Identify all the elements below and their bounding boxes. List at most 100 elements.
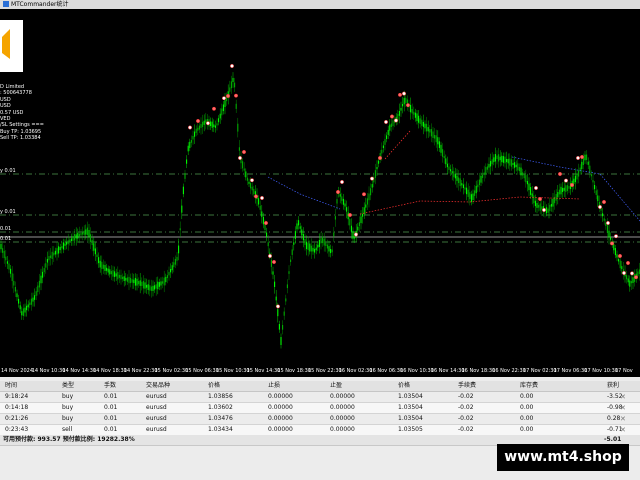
time-axis-label: 14 Nov 22:30 [123,368,158,374]
level-label: y 0.01 [0,168,16,174]
trade-marker[interactable] [264,221,268,225]
trade-marker[interactable] [394,118,398,123]
candle-body [186,159,188,164]
trade-marker[interactable] [268,254,272,258]
candle-body [258,198,260,205]
trade-marker[interactable] [602,200,606,204]
candle-body [382,145,384,149]
trade-marker[interactable] [390,114,394,119]
trade-marker[interactable] [206,121,210,126]
time-axis-label: 17 Nov 06:30 [553,368,588,374]
trade-marker[interactable] [354,232,358,237]
trade-marker[interactable] [384,120,388,124]
trade-marker[interactable] [188,125,192,130]
trade-marker[interactable] [576,156,580,160]
trade-marker[interactable] [276,304,280,309]
candle-body [526,181,528,185]
trade-marker[interactable] [606,221,610,225]
order-row[interactable]: 9:18:24 buy 0.01 eurusd 1.03856 0.00000 0.0000… [0,392,640,403]
trade-marker[interactable] [558,172,562,176]
trade-marker[interactable] [254,194,258,199]
column-header[interactable]: 库存费 [520,381,538,391]
close-icon[interactable]: ✕ [620,414,626,424]
candle-body [8,263,10,270]
price-chart[interactable] [0,9,640,375]
candle-body [342,198,344,205]
column-header[interactable]: 时间 [5,381,17,391]
order-cell-sl: 0.00000 [268,393,293,400]
trade-marker[interactable] [234,93,238,98]
trade-marker[interactable] [196,119,200,123]
candle-body [586,154,588,160]
candle-body [51,251,53,260]
trade-marker[interactable] [370,176,374,181]
candle-body [346,207,348,212]
order-cell-lots: 0.01 [104,426,118,433]
candle-body [86,227,88,235]
trade-marker[interactable] [272,260,276,264]
column-header[interactable]: 价格 [398,381,410,391]
trade-marker[interactable] [250,178,254,183]
candle-body [616,254,618,258]
trade-marker[interactable] [564,178,568,183]
trade-marker[interactable] [402,91,406,96]
trade-marker[interactable] [398,92,402,97]
trade-marker[interactable] [614,234,618,239]
trade-marker[interactable] [542,208,546,212]
column-header[interactable]: 价格 [208,381,220,391]
candle-body [117,271,119,280]
trade-marker[interactable] [618,254,622,258]
candle-body [166,275,168,279]
trade-marker[interactable] [362,192,366,197]
column-header[interactable]: 止损 [268,381,280,391]
trade-marker[interactable] [242,150,246,154]
candle-body [64,243,66,246]
trade-marker[interactable] [212,106,216,111]
candle-body [339,194,341,197]
column-header[interactable]: 类型 [62,381,74,391]
column-header[interactable]: 交易品种 [146,381,170,391]
candle-body [222,104,224,112]
candle-body [509,158,511,166]
candle-body [494,154,496,162]
trade-marker[interactable] [538,197,542,201]
order-row[interactable]: 0:21:26 buy 0.01 eurusd 1.03476 0.00000 0.0000… [0,414,640,425]
candle-body [282,324,284,330]
trade-marker[interactable] [336,190,340,194]
column-header[interactable]: 手续费 [458,381,476,391]
window-titlebar: MTCommander统计 [0,0,640,9]
trade-marker[interactable] [626,261,630,265]
trade-marker[interactable] [340,180,344,184]
trade-marker[interactable] [230,64,234,68]
trade-marker[interactable] [534,186,538,190]
column-header[interactable]: 止盈 [330,381,342,391]
candle-body [21,311,23,316]
trade-marker[interactable] [378,156,382,160]
column-header[interactable]: 手数 [104,381,116,391]
column-header[interactable]: 获利 [607,381,619,391]
candle-body [293,242,295,245]
trade-marker[interactable] [622,271,626,275]
trade-marker[interactable] [222,96,226,101]
close-icon[interactable]: ✕ [620,425,626,435]
trade-marker[interactable] [570,183,574,187]
candle-body [120,274,122,280]
trade-marker[interactable] [634,275,638,280]
candle-body [354,236,356,239]
close-icon[interactable]: ✕ [620,403,626,413]
trade-marker[interactable] [610,241,614,246]
close-icon[interactable]: ✕ [620,392,626,402]
trade-marker[interactable] [226,94,230,98]
trade-marker[interactable] [260,196,264,200]
trade-marker[interactable] [598,205,602,209]
trade-marker[interactable] [406,103,410,108]
trade-marker[interactable] [580,155,584,159]
candle-body [30,298,32,305]
order-row[interactable]: 0:14:18 buy 0.01 eurusd 1.03602 0.00000 0.0000… [0,403,640,414]
candle-body [101,261,103,270]
candle-body [429,129,431,133]
trade-marker[interactable] [630,271,634,276]
candle-body [288,271,290,274]
trade-marker[interactable] [238,156,242,160]
trade-marker[interactable] [348,213,352,217]
